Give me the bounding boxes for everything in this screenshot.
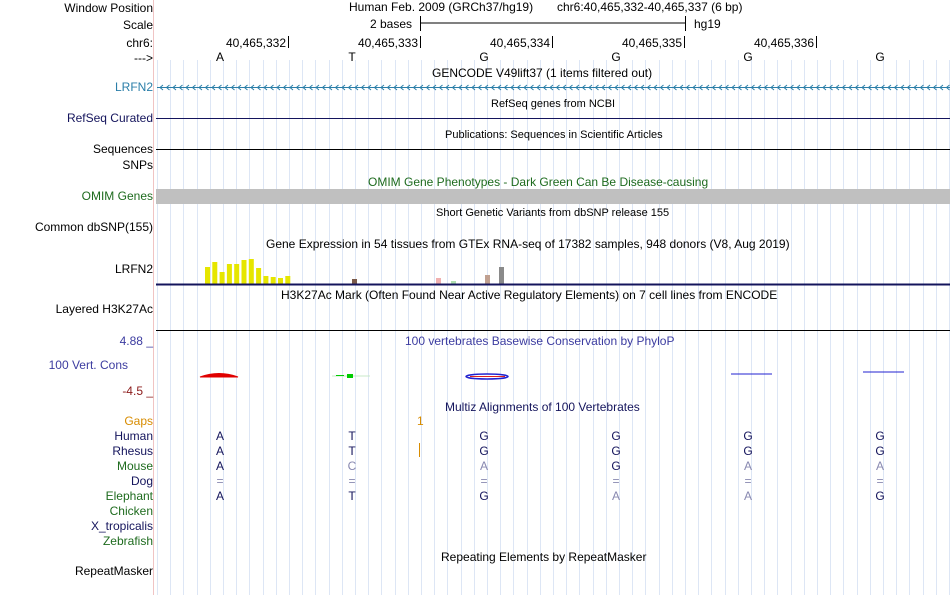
alignment-base: A [875, 459, 884, 473]
alignment-base: A [611, 489, 620, 503]
alignment-base: = [876, 474, 884, 488]
species-label[interactable]: Mouse [117, 459, 153, 473]
gap-mark: 1 [417, 414, 424, 428]
alignment-base: G [611, 459, 621, 473]
repeatmasker-title: Repeating Elements by RepeatMasker [441, 550, 647, 564]
multiz-title: Multiz Alignments of 100 Vertebrates [445, 400, 640, 414]
alignment-base: G [875, 429, 885, 443]
alignment-base: C [347, 459, 357, 473]
alignment-base: T [348, 444, 356, 458]
species-label[interactable]: Zebrafish [103, 534, 153, 548]
alignment-base: A [215, 489, 224, 503]
species-label[interactable]: X_tropicalis [91, 519, 153, 533]
alignment-base: A [743, 459, 752, 473]
species-label[interactable]: Elephant [106, 489, 153, 503]
alignment-base: G [479, 429, 489, 443]
alignment-base: G [611, 429, 621, 443]
species-label[interactable]: Human [114, 429, 153, 443]
species-label[interactable]: Rhesus [112, 444, 153, 458]
alignment-base: G [875, 444, 885, 458]
alignment-base: = [612, 474, 620, 488]
alignment-base: G [743, 444, 753, 458]
species-label[interactable]: Chicken [110, 504, 153, 518]
alignment-base: A [215, 429, 224, 443]
alignment-base: T [348, 489, 356, 503]
alignment-base: = [216, 474, 224, 488]
alignment-base: G [479, 489, 489, 503]
alignment-base: = [480, 474, 488, 488]
alignment-base: T [348, 429, 356, 443]
alignment-base: G [743, 429, 753, 443]
alignment-base: = [744, 474, 752, 488]
rhesus-insertion-mark [419, 443, 420, 457]
alignment-base: A [743, 489, 752, 503]
alignment-base: A [215, 459, 224, 473]
alignment-base: G [875, 489, 885, 503]
alignment-base: = [348, 474, 356, 488]
alignment-base: G [611, 444, 621, 458]
alignment-base: A [479, 459, 488, 473]
alignment-base: A [215, 444, 224, 458]
repeatmasker-label[interactable]: RepeatMasker [75, 564, 153, 578]
alignment-base: G [479, 444, 489, 458]
gaps-label[interactable]: Gaps [124, 414, 153, 428]
phylop-graph[interactable] [0, 0, 950, 390]
species-label[interactable]: Dog [131, 474, 153, 488]
